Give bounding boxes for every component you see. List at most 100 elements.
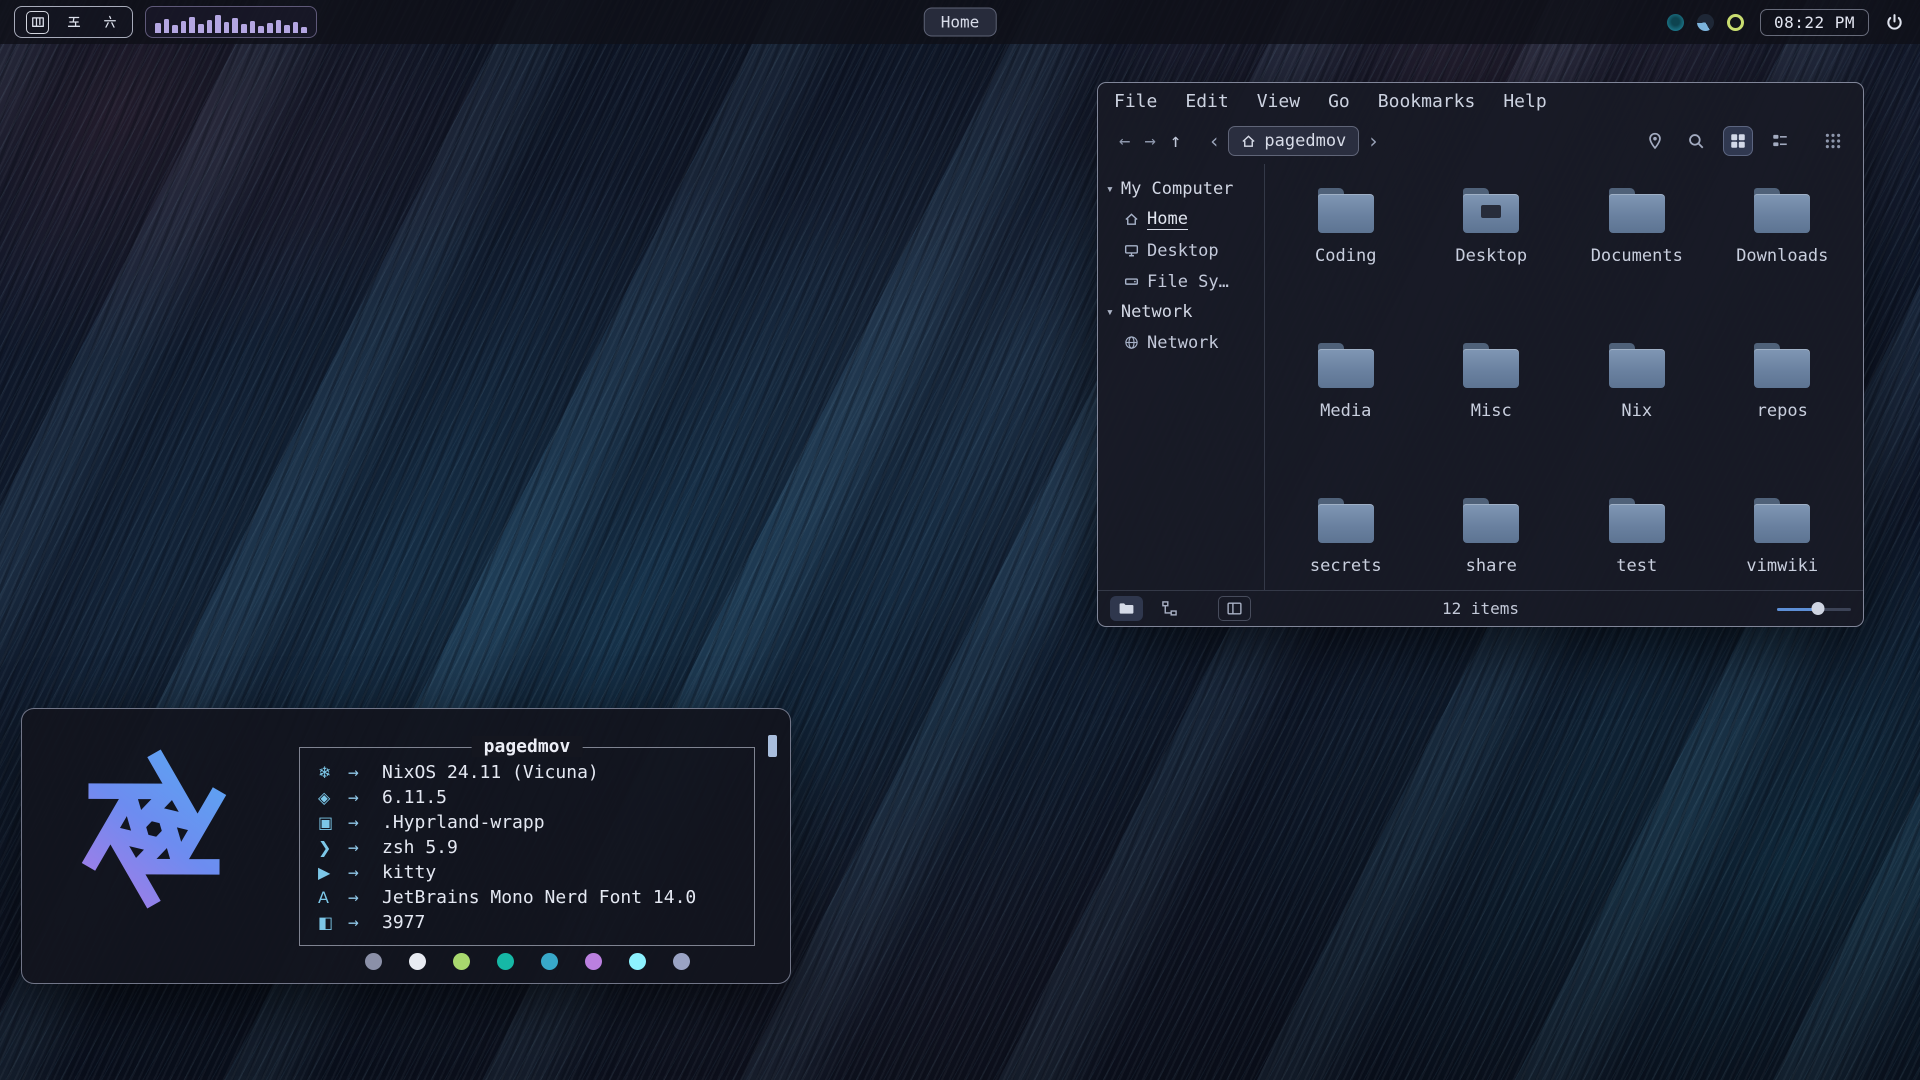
folder-label: Media <box>1320 401 1371 421</box>
folder-item[interactable]: secrets <box>1273 492 1419 590</box>
fetch-value: NixOS 24.11 (Vicuna) <box>382 762 599 783</box>
arrow-icon: → <box>348 787 382 808</box>
sidebar-section-label: My Computer <box>1121 179 1234 199</box>
breadcrumb: ‹ pagedmov › <box>1200 125 1387 157</box>
terminal-icon: ▶ <box>318 863 348 882</box>
zoom-slider[interactable] <box>1777 601 1851 617</box>
fetch-value: zsh 5.9 <box>382 837 458 858</box>
menu-edit[interactable]: Edit <box>1185 91 1228 112</box>
toolbar: ←→↑ ‹ pagedmov › <box>1098 118 1863 164</box>
green-ring-icon[interactable] <box>1727 14 1744 31</box>
folder-item[interactable]: vimwiki <box>1710 492 1856 590</box>
folder-icon <box>1754 188 1810 233</box>
tree-view-icon[interactable] <box>1153 596 1186 621</box>
breadcrumb-back-chevron[interactable]: ‹ <box>1200 129 1228 153</box>
collapse-arrow-icon: ▾ <box>1106 182 1114 197</box>
workspace-switcher <box>14 6 133 38</box>
folder-item[interactable]: Downloads <box>1710 182 1856 337</box>
visualizer-bar <box>189 17 195 33</box>
workspace-3-button[interactable] <box>98 11 121 34</box>
teal-circle-icon[interactable] <box>1667 14 1684 31</box>
folder-icon <box>1463 343 1519 388</box>
folder-item[interactable]: share <box>1419 492 1565 590</box>
fetch-line: ◧→3977 <box>318 910 736 935</box>
visualizer-bar <box>284 25 290 33</box>
sidebar-item-desktop[interactable]: Desktop <box>1104 235 1258 266</box>
folder-item[interactable]: Coding <box>1273 182 1419 337</box>
panel-toggle-icon[interactable] <box>1218 596 1251 621</box>
sidebar-section-my-computer[interactable]: ▾ My Computer <box>1104 174 1258 204</box>
folder-item[interactable]: repos <box>1710 337 1856 492</box>
folder-icon <box>1754 343 1810 388</box>
menu-help[interactable]: Help <box>1503 91 1546 112</box>
fetch-line: ▣→.Hyprland-wrapp <box>318 810 736 835</box>
palette-color-8 <box>673 953 690 970</box>
folder-item[interactable]: Media <box>1273 337 1419 492</box>
visualizer-bar <box>258 26 264 33</box>
menu-bookmarks[interactable]: Bookmarks <box>1378 91 1476 112</box>
system-tray <box>1667 14 1744 31</box>
folder-emblem <box>1481 205 1501 218</box>
statusbar-buttons <box>1110 596 1261 621</box>
folder-view-icon[interactable] <box>1110 596 1143 621</box>
folder-icon <box>1609 343 1665 388</box>
nixos-logo-icon <box>68 743 240 915</box>
breadcrumb-path-button[interactable]: pagedmov <box>1228 126 1359 156</box>
palette-color-1 <box>365 953 382 970</box>
terminal-cursor <box>768 735 777 757</box>
app-grid-icon[interactable] <box>1819 127 1847 155</box>
home-button[interactable]: Home <box>924 8 997 37</box>
location-pin-icon[interactable] <box>1641 127 1669 155</box>
folder-item[interactable]: test <box>1564 492 1710 590</box>
fetch-line: ▶→kitty <box>318 860 736 885</box>
forward-icon[interactable]: → <box>1137 130 1162 152</box>
color-palette <box>299 953 755 970</box>
fetch-lines: ❄→NixOS 24.11 (Vicuna)◈→6.11.5▣→.Hyprlan… <box>318 760 736 935</box>
folder-item[interactable]: Desktop <box>1419 182 1565 337</box>
nav-buttons: ←→↑ <box>1112 130 1188 152</box>
sidebar-item-label: Network <box>1147 333 1219 353</box>
zoom-slider-knob[interactable] <box>1811 602 1824 615</box>
list-view-icon[interactable] <box>1766 127 1794 155</box>
sidebar-item-filesy[interactable]: File Sy… <box>1104 266 1258 297</box>
folder-item[interactable]: Nix <box>1564 337 1710 492</box>
menu-go[interactable]: Go <box>1328 91 1350 112</box>
folder-label: Documents <box>1591 246 1683 266</box>
back-icon[interactable]: ← <box>1112 130 1137 152</box>
power-button[interactable] <box>1885 13 1904 32</box>
breadcrumb-forward-chevron[interactable]: › <box>1359 129 1387 153</box>
folder-label: share <box>1466 556 1517 576</box>
folder-label: vimwiki <box>1746 556 1818 576</box>
font-icon: A <box>318 888 348 907</box>
folder-icon <box>1463 498 1519 543</box>
up-icon[interactable]: ↑ <box>1163 130 1188 152</box>
folder-item[interactable]: Misc <box>1419 337 1565 492</box>
workspace-1-button[interactable] <box>26 11 49 34</box>
search-icon[interactable] <box>1682 127 1710 155</box>
visualizer-bar <box>276 20 282 33</box>
menu-file[interactable]: File <box>1114 91 1157 112</box>
workspace-2-button[interactable] <box>62 11 85 34</box>
os-icon: ❄ <box>318 763 348 782</box>
palette-color-6 <box>585 953 602 970</box>
fetch-line: ❄→NixOS 24.11 (Vicuna) <box>318 760 736 785</box>
palette-color-7 <box>629 953 646 970</box>
network-icon <box>1124 335 1139 350</box>
clock: 08:22 PM <box>1760 9 1869 36</box>
sidebar-item-network[interactable]: Network <box>1104 327 1258 358</box>
arrow-icon: → <box>348 762 382 783</box>
visualizer-bar <box>215 15 221 33</box>
sidebar-item-home[interactable]: Home <box>1104 204 1258 235</box>
audio-visualizer <box>145 6 317 38</box>
fetch-line: ❯→zsh 5.9 <box>318 835 736 860</box>
folder-item[interactable]: Documents <box>1564 182 1710 337</box>
grid-view-icon[interactable] <box>1723 126 1753 156</box>
menubar: File Edit View Go Bookmarks Help <box>1098 83 1863 118</box>
palette-color-3 <box>453 953 470 970</box>
terminal-window[interactable]: pagedmov ❄→NixOS 24.11 (Vicuna)◈→6.11.5▣… <box>21 708 791 984</box>
menu-view[interactable]: View <box>1257 91 1300 112</box>
pie-circle-icon[interactable] <box>1697 14 1714 31</box>
file-grid: CodingDesktop Documents Downloads Media Misc… <box>1265 164 1863 590</box>
arrow-icon: → <box>348 837 382 858</box>
sidebar-section-network[interactable]: ▾Network <box>1104 297 1258 327</box>
